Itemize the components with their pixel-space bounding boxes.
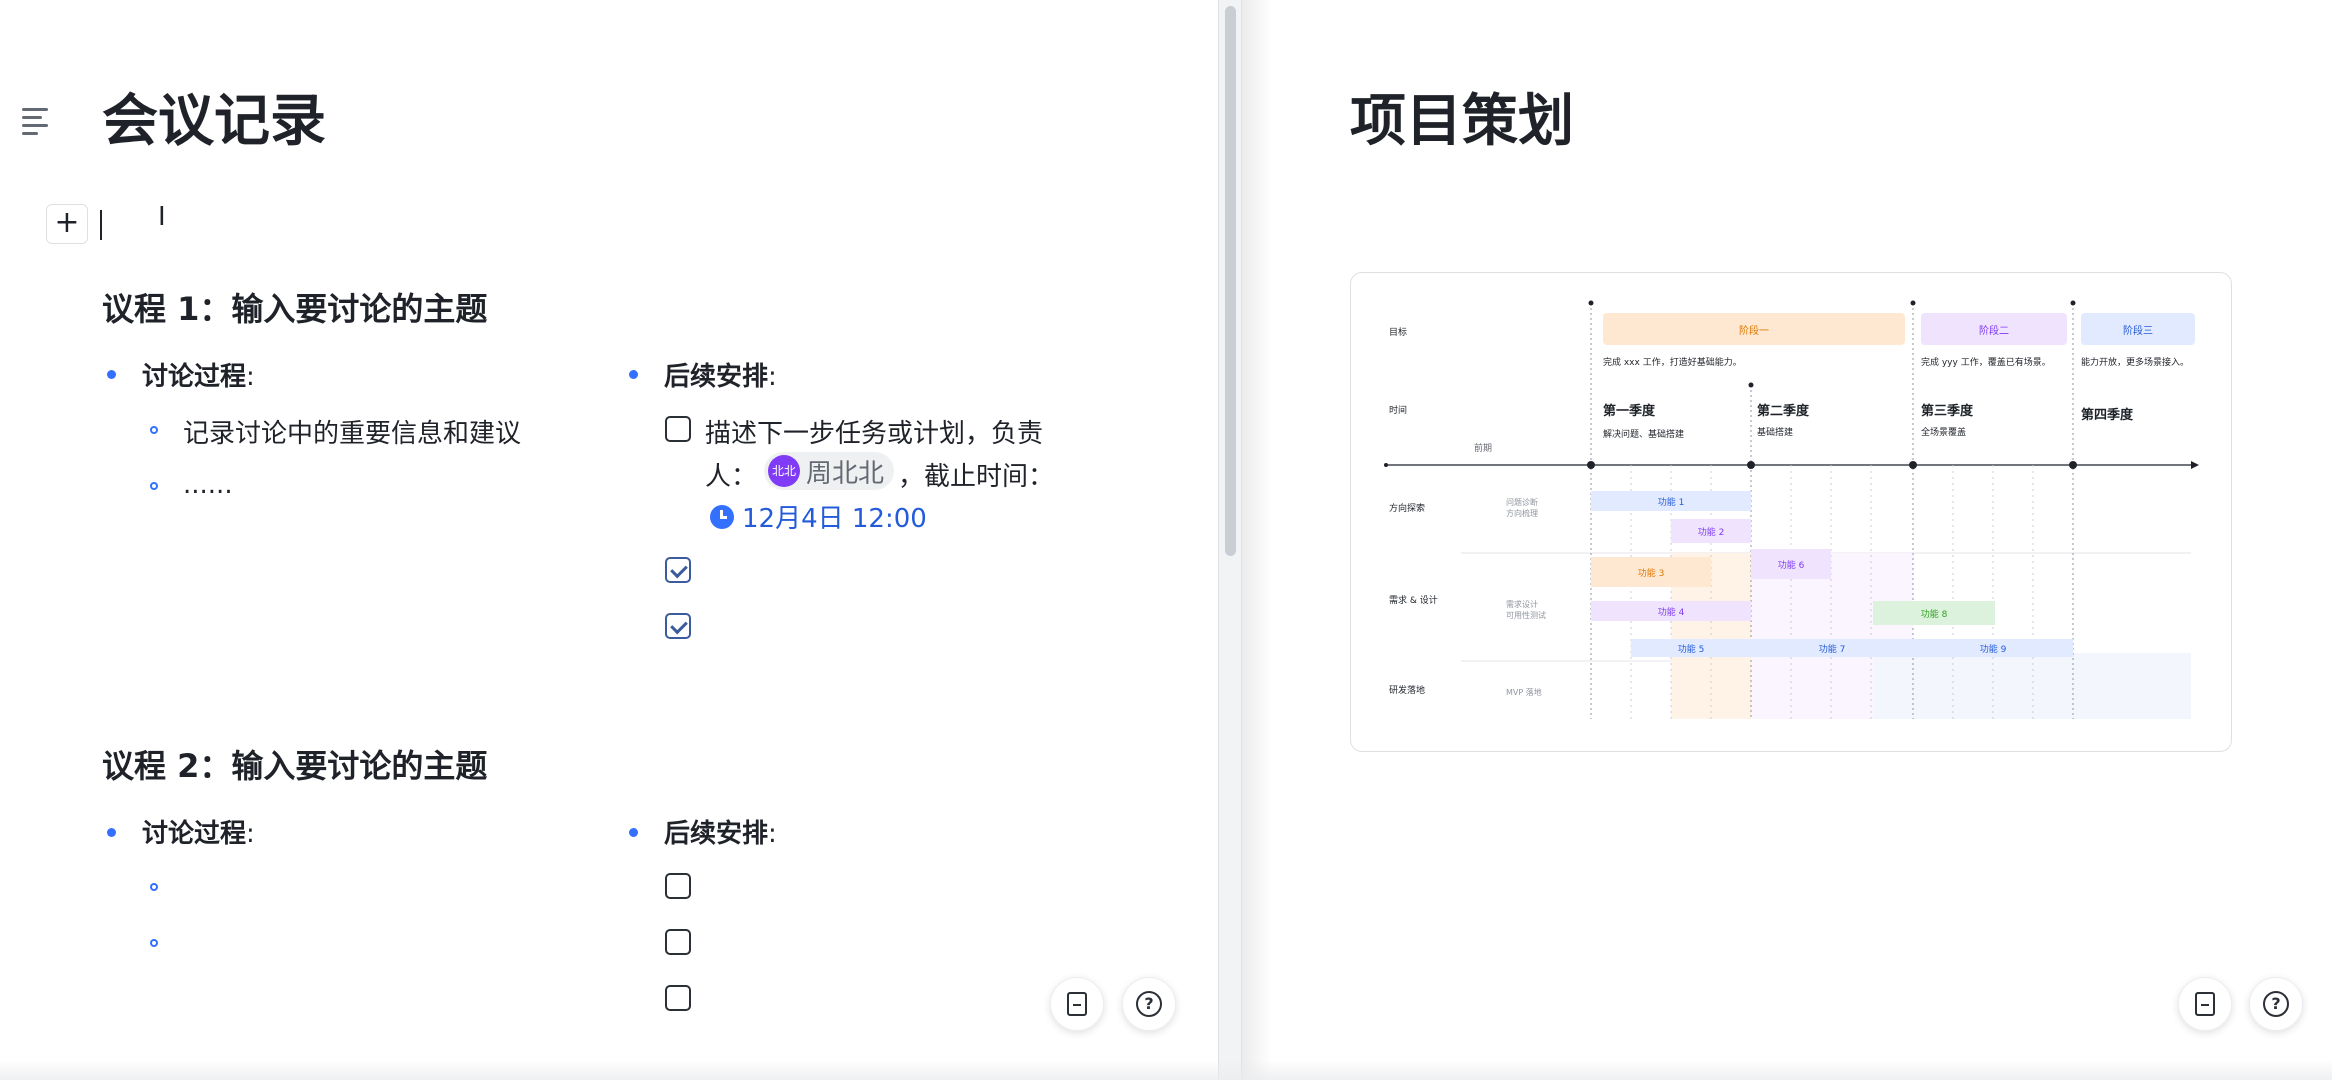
feature-label: 功能 9 <box>1980 643 2007 655</box>
ibeam-cursor-icon: Ⅰ <box>158 202 166 232</box>
bullet-icon <box>107 828 116 837</box>
feature-label: 功能 6 <box>1778 559 1805 571</box>
doc-action-button[interactable] <box>2178 977 2232 1031</box>
quarter-label: 第一季度 <box>1603 403 1656 419</box>
bullet-icon <box>107 370 116 379</box>
scrollbar-thumb[interactable] <box>1225 6 1236 556</box>
help-icon: ? <box>2263 991 2289 1017</box>
discussion-item[interactable]: 记录讨论中的重要信息和建议 <box>183 413 521 450</box>
document-title[interactable]: 会议记录 <box>102 94 326 150</box>
deadline-reminder[interactable]: 12月4日 12:00 <box>710 498 927 535</box>
stage-desc: 完成 yyy 工作，覆盖已有场景。 <box>1921 356 2051 368</box>
bullet-icon <box>629 370 638 379</box>
row-label: 方向探索 <box>1389 502 1425 514</box>
sub-bullet-icon <box>150 939 158 947</box>
bottom-fade <box>0 1060 2332 1080</box>
colon: : <box>246 819 255 849</box>
row-label: 时间 <box>1389 404 1407 416</box>
sub-bullet-icon <box>150 883 158 891</box>
task-text-line2[interactable]: 人： <box>705 456 757 493</box>
quarter-label: 第四季度 <box>2081 407 2134 423</box>
feature-label: 功能 7 <box>1819 643 1846 655</box>
task-text-line1[interactable]: 描述下一步任务或计划，负责 <box>705 413 1043 450</box>
colon: : <box>246 362 255 392</box>
doc-action-button[interactable] <box>1050 977 1104 1031</box>
agenda-2-heading[interactable]: 议程 2：输入要讨论的主题 <box>102 741 487 787</box>
task-checkbox[interactable] <box>665 873 691 899</box>
stage-desc: 能力开放，更多场景接入。 <box>2081 356 2189 368</box>
sub-bullet-icon <box>150 482 158 490</box>
feature-label: 功能 4 <box>1658 606 1685 618</box>
task-checkbox[interactable] <box>665 929 691 955</box>
task-checkbox-checked[interactable] <box>665 557 691 583</box>
deadline-label: ，截止时间： <box>898 462 1055 492</box>
roadmap-image[interactable]: 阶段一 阶段二 阶段三 完成 xxx 工作，打造好基础能力。 完成 yyy 工作… <box>1350 272 2232 752</box>
avatar: 北北 <box>768 455 800 487</box>
outline-icon[interactable] <box>22 108 50 136</box>
text-cursor <box>100 210 102 240</box>
left-document-pane: 会议记录 + Ⅰ 议程 1：输入要讨论的主题 讨论过程: 记录讨论中的重要信息和… <box>0 0 1218 1080</box>
task-checkbox[interactable] <box>665 416 691 442</box>
sub-label: 需求设计 <box>1506 599 1538 609</box>
task-checkbox[interactable] <box>665 985 691 1011</box>
row-label: 需求 & 设计 <box>1389 594 1438 606</box>
quarter-desc: 全场景覆盖 <box>1921 426 1966 438</box>
followup-label-text[interactable]: 后续安排 <box>664 362 768 392</box>
bullet-icon <box>629 828 638 837</box>
colon: : <box>768 362 777 392</box>
early-label: 前期 <box>1474 442 1492 454</box>
quarter-label: 第二季度 <box>1757 403 1810 419</box>
add-block-button[interactable]: + <box>46 204 88 244</box>
help-icon: ? <box>1136 991 1162 1017</box>
followup-label: 后续安排: <box>664 356 777 393</box>
discussion-item[interactable]: ...... <box>183 470 233 500</box>
stage-desc: 完成 xxx 工作，打造好基础能力。 <box>1603 356 1742 368</box>
task-checkbox-checked[interactable] <box>665 613 691 639</box>
sub-label: 可用性测试 <box>1506 610 1546 620</box>
colon: : <box>768 819 777 849</box>
split-shadow <box>1242 0 1272 1080</box>
document-title[interactable]: 项目策划 <box>1350 94 1574 150</box>
assignee-mention[interactable]: 北北 周北北 <box>764 452 895 490</box>
help-button[interactable]: ? <box>1122 977 1176 1031</box>
agenda-1-heading[interactable]: 议程 1：输入要讨论的主题 <box>102 284 487 330</box>
row-label: 研发落地 <box>1389 684 1425 696</box>
stage-label: 阶段三 <box>2123 324 2153 337</box>
quarter-desc: 解决问题、基础搭建 <box>1603 428 1684 440</box>
assignee-name: 周北北 <box>806 458 885 489</box>
row-label: 目标 <box>1389 326 1407 338</box>
discussion-label: 讨论过程: <box>142 356 255 393</box>
feature-label: 功能 8 <box>1921 608 1948 620</box>
document-icon <box>2195 992 2215 1016</box>
sub-label: 方向梳理 <box>1506 508 1538 518</box>
sub-bullet-icon <box>150 426 158 434</box>
discussion-label-text[interactable]: 讨论过程 <box>142 819 246 849</box>
quarter-label: 第三季度 <box>1921 403 1974 419</box>
feature-label: 功能 1 <box>1658 496 1685 508</box>
followup-label-text[interactable]: 后续安排 <box>664 819 768 849</box>
stage-label: 阶段一 <box>1739 324 1769 337</box>
sub-label: 问题诊断 <box>1506 497 1538 507</box>
alarm-clock-icon <box>710 504 734 529</box>
feature-label: 功能 5 <box>1678 643 1705 655</box>
deadline-value: 12月4日 12:00 <box>742 504 927 534</box>
stage-label: 阶段二 <box>1979 324 2009 337</box>
right-document-pane: 项目策划 阶段一 阶段二 阶段三 完成 xxx 工作，打造好基础能力。 完成 y… <box>1242 0 2332 1080</box>
quarter-desc: 基础搭建 <box>1757 426 1793 438</box>
feature-label: 功能 2 <box>1698 526 1725 538</box>
document-icon <box>1067 992 1087 1016</box>
feature-label: 功能 3 <box>1638 567 1665 579</box>
followup-label: 后续安排: <box>664 813 777 850</box>
vertical-scrollbar[interactable] <box>1218 0 1242 1080</box>
discussion-label-text[interactable]: 讨论过程 <box>142 362 246 392</box>
help-button[interactable]: ? <box>2249 977 2303 1031</box>
roadmap-diagram: 阶段一 阶段二 阶段三 完成 xxx 工作，打造好基础能力。 完成 yyy 工作… <box>1384 300 2199 719</box>
discussion-label: 讨论过程: <box>142 813 255 850</box>
sub-label: MVP 落地 <box>1506 687 1542 697</box>
